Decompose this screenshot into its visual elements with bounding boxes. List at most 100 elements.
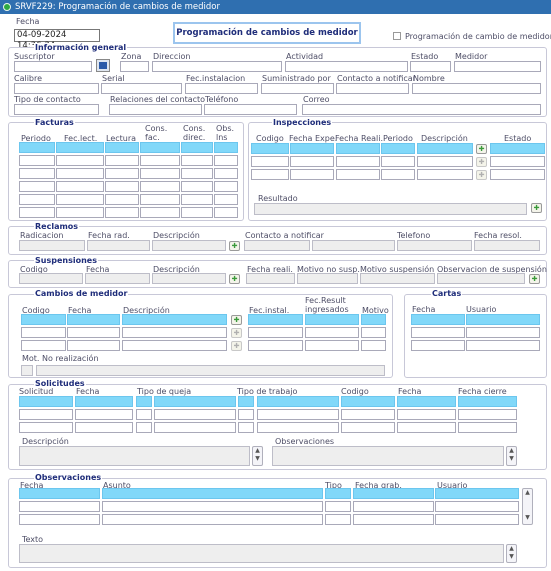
solicitudes-observaciones-field[interactable] bbox=[272, 446, 504, 466]
nombre-field[interactable] bbox=[412, 83, 541, 94]
cartas-row-1-cell-2[interactable] bbox=[466, 314, 540, 325]
inspecciones-row-2-cell-3[interactable] bbox=[336, 156, 380, 167]
suspensiones-fecha-field[interactable] bbox=[85, 273, 150, 284]
texto-field[interactable] bbox=[19, 544, 504, 563]
solicitudes-row-3-cell-4[interactable] bbox=[154, 422, 236, 433]
inspecciones-row-2-cell-2[interactable] bbox=[290, 156, 334, 167]
reclamos-radicacion-field[interactable] bbox=[19, 240, 85, 251]
facturas-row-5-cell-4[interactable] bbox=[140, 194, 180, 205]
direccion-field[interactable] bbox=[152, 61, 282, 72]
cambios-row-3-cell-2[interactable] bbox=[67, 340, 120, 351]
fec-instalacion-field[interactable] bbox=[185, 83, 258, 94]
cambios-row-2-cell-5[interactable] bbox=[305, 327, 359, 338]
cambios-row-3-cell-5[interactable] bbox=[305, 340, 359, 351]
cambios-row-2-cell-4[interactable] bbox=[248, 327, 303, 338]
facturas-row-3-cell-6[interactable] bbox=[214, 168, 238, 179]
resultado-edit-button[interactable]: ✚ bbox=[531, 203, 542, 213]
search-suscriptor-button[interactable] bbox=[96, 59, 110, 72]
contacto-notificar-field[interactable] bbox=[336, 83, 409, 94]
observaciones-row-2-cell-2[interactable] bbox=[102, 501, 323, 512]
facturas-row-5-cell-5[interactable] bbox=[181, 194, 213, 205]
facturas-row-4-cell-5[interactable] bbox=[181, 181, 213, 192]
reclamos-telefono-field[interactable] bbox=[397, 240, 472, 251]
suspensiones-codigo-field[interactable] bbox=[19, 273, 83, 284]
facturas-row-2-cell-2[interactable] bbox=[56, 155, 104, 166]
observaciones-row-1-cell-4[interactable] bbox=[353, 488, 434, 499]
relaciones-contacto-field[interactable] bbox=[109, 104, 202, 115]
facturas-row-4-cell-2[interactable] bbox=[56, 181, 104, 192]
solicitudes-row-2-cell-3[interactable] bbox=[136, 409, 152, 420]
facturas-row-4-cell-4[interactable] bbox=[140, 181, 180, 192]
solicitudes-row-1-cell-4[interactable] bbox=[154, 396, 236, 407]
observaciones-row-1-cell-3[interactable] bbox=[325, 488, 351, 499]
facturas-row-1-cell-5[interactable] bbox=[181, 142, 213, 153]
observaciones-row-3-cell-2[interactable] bbox=[102, 514, 323, 525]
programacion-checkbox[interactable] bbox=[393, 32, 401, 40]
facturas-row-3-cell-5[interactable] bbox=[181, 168, 213, 179]
facturas-row-2-cell-6[interactable] bbox=[214, 155, 238, 166]
cambios-row-2-cell-3[interactable] bbox=[122, 327, 227, 338]
cambios-row-2-edit-button[interactable]: ✚ bbox=[231, 328, 242, 338]
suspensiones-motivo-no-susp-field[interactable] bbox=[297, 273, 358, 284]
solicitudes-row-3-cell-5[interactable] bbox=[238, 422, 254, 433]
solicitudes-row-2-cell-9[interactable] bbox=[458, 409, 517, 420]
facturas-row-6-cell-3[interactable] bbox=[105, 207, 139, 218]
cambios-row-1-cell-1[interactable] bbox=[21, 314, 66, 325]
suspensiones-descripcion-field[interactable] bbox=[152, 273, 226, 284]
inspecciones-row-3-cell-4[interactable] bbox=[381, 169, 415, 180]
facturas-row-5-cell-3[interactable] bbox=[105, 194, 139, 205]
facturas-row-6-cell-2[interactable] bbox=[56, 207, 104, 218]
inspecciones-row-1-cell-4[interactable] bbox=[381, 143, 415, 154]
cambios-row-1-cell-6[interactable] bbox=[361, 314, 386, 325]
observaciones-row-3-cell-1[interactable] bbox=[19, 514, 100, 525]
observaciones-row-1-cell-1[interactable] bbox=[19, 488, 100, 499]
observaciones-row-1-cell-2[interactable] bbox=[102, 488, 323, 499]
zona-field[interactable] bbox=[120, 61, 149, 72]
inspecciones-row-1-cell-2[interactable] bbox=[290, 143, 334, 154]
facturas-row-3-cell-1[interactable] bbox=[19, 168, 55, 179]
inspecciones-row-2-edit-button[interactable]: ✚ bbox=[476, 157, 487, 167]
inspecciones-row-1-edit-button[interactable]: ✚ bbox=[476, 144, 487, 154]
mot-no-realizacion-field[interactable] bbox=[36, 365, 385, 376]
suspensiones-observacion-field[interactable] bbox=[437, 273, 525, 284]
cambios-row-2-cell-6[interactable] bbox=[361, 327, 386, 338]
solicitudes-row-2-cell-7[interactable] bbox=[341, 409, 395, 420]
reclamos-contacto-nombre-field[interactable] bbox=[312, 240, 395, 251]
facturas-row-4-cell-1[interactable] bbox=[19, 181, 55, 192]
inspecciones-row-3-cell-6[interactable] bbox=[490, 169, 545, 180]
solicitudes-row-1-cell-7[interactable] bbox=[341, 396, 395, 407]
inspecciones-row-3-cell-1[interactable] bbox=[251, 169, 289, 180]
cambios-row-3-edit-button[interactable]: ✚ bbox=[231, 341, 242, 351]
facturas-row-3-cell-2[interactable] bbox=[56, 168, 104, 179]
texto-scrollbar[interactable]: ▲ ▼ bbox=[506, 544, 517, 563]
facturas-row-1-cell-3[interactable] bbox=[105, 142, 139, 153]
solicitudes-row-1-cell-5[interactable] bbox=[238, 396, 254, 407]
facturas-row-1-cell-6[interactable] bbox=[214, 142, 238, 153]
solicitudes-row-3-cell-8[interactable] bbox=[397, 422, 456, 433]
inspecciones-row-1-cell-6[interactable] bbox=[490, 143, 545, 154]
tipo-contacto-field[interactable] bbox=[14, 104, 99, 115]
inspecciones-row-2-cell-5[interactable] bbox=[417, 156, 473, 167]
cartas-row-2-cell-2[interactable] bbox=[466, 327, 540, 338]
suspensiones-descripcion-button[interactable]: ✚ bbox=[229, 274, 240, 284]
facturas-row-3-cell-4[interactable] bbox=[140, 168, 180, 179]
cambios-row-3-cell-3[interactable] bbox=[122, 340, 227, 351]
suspensiones-fecha-reali-field[interactable] bbox=[246, 273, 295, 284]
cambios-row-1-cell-2[interactable] bbox=[67, 314, 120, 325]
telefono-field[interactable] bbox=[204, 104, 297, 115]
solicitudes-row-2-cell-5[interactable] bbox=[238, 409, 254, 420]
facturas-row-4-cell-3[interactable] bbox=[105, 181, 139, 192]
facturas-row-1-cell-2[interactable] bbox=[56, 142, 104, 153]
solicitudes-row-2-cell-4[interactable] bbox=[154, 409, 236, 420]
facturas-row-6-cell-6[interactable] bbox=[214, 207, 238, 218]
actividad-field[interactable] bbox=[285, 61, 408, 72]
observaciones-row-2-cell-4[interactable] bbox=[353, 501, 434, 512]
cambios-row-2-cell-1[interactable] bbox=[21, 327, 66, 338]
calibre-field[interactable] bbox=[14, 83, 99, 94]
solicitudes-row-1-cell-3[interactable] bbox=[136, 396, 152, 407]
reclamos-fecha-rad-field[interactable] bbox=[87, 240, 150, 251]
solicitudes-row-1-cell-1[interactable] bbox=[19, 396, 73, 407]
estado-field[interactable] bbox=[410, 61, 451, 72]
solicitudes-row-3-cell-2[interactable] bbox=[75, 422, 133, 433]
suspensiones-motivo-susp-field[interactable] bbox=[360, 273, 435, 284]
